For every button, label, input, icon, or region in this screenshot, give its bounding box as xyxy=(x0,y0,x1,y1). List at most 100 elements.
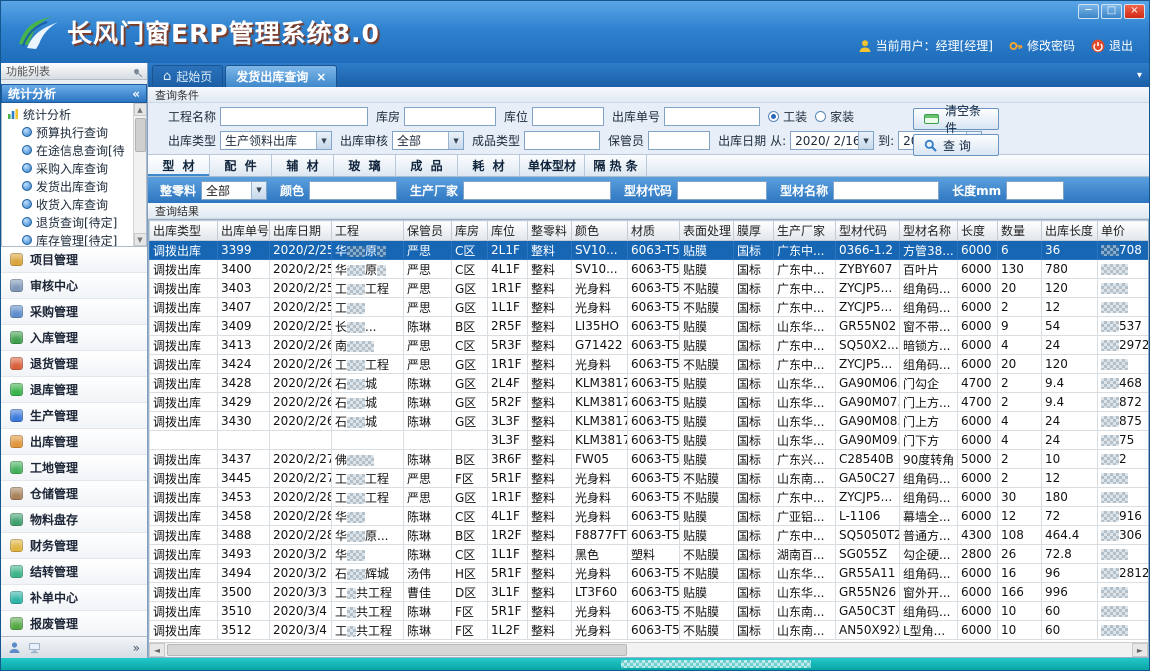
column-header[interactable]: 库房 xyxy=(452,221,488,241)
table-row[interactable]: 调拨出库34532020/2/28工工程严思G区1R1F整料光身料6063-T5… xyxy=(150,488,1149,507)
more-buttons-icon[interactable]: » xyxy=(133,641,140,655)
radio-jiazhuang[interactable]: 家装 xyxy=(815,108,854,125)
column-header[interactable]: 材质 xyxy=(628,221,680,241)
table-row[interactable]: 调拨出库34242020/2/26工工程严思G区1R1F整料光身料6063-T5… xyxy=(150,355,1149,374)
column-header[interactable]: 工程 xyxy=(332,221,404,241)
table-row[interactable]: 调拨出库34282020/2/26石城陈琳G区2L4F整料KLM38176063… xyxy=(150,374,1149,393)
order-no-input[interactable] xyxy=(664,107,760,126)
logout-button[interactable]: 退出 xyxy=(1091,37,1133,54)
table-row[interactable]: 调拨出库34452020/2/27工工程严思F区5R1F整料光身料6063-T5… xyxy=(150,469,1149,488)
sidebar-item-warehouse[interactable]: 仓储管理 xyxy=(1,481,147,507)
sidebar-section-statistics[interactable]: 统计分析 « xyxy=(1,84,147,103)
table-row[interactable]: 调拨出库34072020/2/25工严思G区1L1F整料光身料6063-T5不贴… xyxy=(150,298,1149,317)
clear-conditions-button[interactable]: 清空条件 xyxy=(913,108,999,130)
column-header[interactable]: 膜厚 xyxy=(734,221,774,241)
material-tab[interactable]: 玻 璃 xyxy=(334,155,396,176)
column-header[interactable]: 库位 xyxy=(488,221,528,241)
column-header[interactable]: 生产厂家 xyxy=(774,221,836,241)
change-password-link[interactable]: 修改密码 xyxy=(1009,37,1075,54)
tree-item[interactable]: 预算执行查询 xyxy=(7,123,132,141)
sidebar-item-return-goods[interactable]: 退货管理 xyxy=(1,351,147,377)
keeper-input[interactable] xyxy=(648,131,710,150)
location-input[interactable] xyxy=(532,107,604,126)
user-small-icon[interactable] xyxy=(8,641,21,654)
scroll-thumb[interactable] xyxy=(135,118,146,152)
table-row[interactable]: 调拨出库35122020/3/4工共工程陈琳F区1L2F整料光身料6063-T5… xyxy=(150,621,1149,640)
outbound-type-select[interactable]: 生产领料出库▼ xyxy=(220,131,332,150)
tree-item[interactable]: 收货入库查询 xyxy=(7,195,132,213)
project-name-input[interactable] xyxy=(220,107,368,126)
scroll-right-icon[interactable]: ► xyxy=(1132,643,1148,657)
tree-item[interactable]: 采购入库查询 xyxy=(7,159,132,177)
material-tab[interactable]: 隔 热 条 xyxy=(585,155,647,176)
column-header[interactable]: 保管员 xyxy=(404,221,452,241)
sidebar-item-inventory[interactable]: 物料盘存 xyxy=(1,507,147,533)
table-row[interactable]: 调拨出库34292020/2/26石城陈琳G区5R2F整料KLM38176063… xyxy=(150,393,1149,412)
horizontal-scrollbar[interactable]: ◄ ► xyxy=(149,642,1148,657)
tree-root[interactable]: 统计分析 xyxy=(7,105,132,123)
scroll-left-icon[interactable]: ◄ xyxy=(149,643,165,657)
table-row[interactable]: 调拨出库35102020/3/4工共工程陈琳F区5R1F整料光身料6063-T5… xyxy=(150,602,1149,621)
monitor-icon[interactable] xyxy=(28,641,41,654)
sidebar-item-inbound[interactable]: 入库管理 xyxy=(1,325,147,351)
chevron-down-icon[interactable]: ▼ xyxy=(251,182,266,199)
sidebar-item-replenish[interactable]: 补单中心 xyxy=(1,585,147,611)
tab-close-icon[interactable]: × xyxy=(316,70,326,84)
sidebar-item-return-stock[interactable]: 退库管理 xyxy=(1,377,147,403)
sidebar-item-outbound[interactable]: 出库管理 xyxy=(1,429,147,455)
column-header[interactable]: 型材名称 xyxy=(900,221,958,241)
collapse-icon[interactable]: « xyxy=(132,87,140,101)
search-button[interactable]: 查 询 xyxy=(913,134,999,156)
tree-item[interactable]: 发货出库查询 xyxy=(7,177,132,195)
table-row[interactable]: 调拨出库34582020/2/28华陈琳C区4L1F整料光身料6063-T5贴膜… xyxy=(150,507,1149,526)
tab-start-page[interactable]: ⌂ 起始页 xyxy=(152,65,223,87)
warehouse-input[interactable] xyxy=(404,107,496,126)
column-header[interactable]: 数量 xyxy=(998,221,1042,241)
sidebar-item-project[interactable]: 项目管理 xyxy=(1,247,147,273)
table-row[interactable]: 3L3F整料KLM38176063-T5贴膜国标山东华...GA90M09...… xyxy=(150,431,1149,450)
audit-select[interactable]: 全部▼ xyxy=(392,131,464,150)
material-tab[interactable]: 耗 材 xyxy=(458,155,520,176)
sidebar-item-carryover[interactable]: 结转管理 xyxy=(1,559,147,585)
column-header[interactable]: 出库单号 xyxy=(218,221,270,241)
sidebar-item-purchase[interactable]: 采购管理 xyxy=(1,299,147,325)
scroll-down-icon[interactable]: ▼ xyxy=(134,233,147,246)
length-input[interactable] xyxy=(1006,181,1064,200)
sidebar-item-finance[interactable]: 财务管理 xyxy=(1,533,147,559)
chevron-down-icon[interactable]: ▼ xyxy=(448,132,463,149)
column-header[interactable]: 整零料 xyxy=(528,221,572,241)
table-row[interactable]: 调拨出库34132020/2/26南严思C区5R3F整料G714226063-T… xyxy=(150,336,1149,355)
radio-gongzhuang[interactable]: 工装 xyxy=(768,108,807,125)
table-row[interactable]: 调拨出库34032020/2/25工工程严思G区1R1F整料光身料6063-T5… xyxy=(150,279,1149,298)
date-from-select[interactable]: 2020/ 2/16▼ xyxy=(790,131,874,150)
whole-scrap-select[interactable]: 全部▼ xyxy=(201,181,267,200)
column-header[interactable]: 出库长度 xyxy=(1042,221,1098,241)
material-tab[interactable]: 成 品 xyxy=(396,155,458,176)
column-header[interactable]: 单价 xyxy=(1098,221,1149,241)
material-tab[interactable]: 单体型材 xyxy=(520,155,585,176)
sidebar-item-scrap[interactable]: 报废管理 xyxy=(1,611,147,636)
scroll-up-icon[interactable]: ▲ xyxy=(134,103,147,116)
material-tab[interactable]: 型 材 xyxy=(148,155,210,176)
tree-item[interactable]: 库存管理[待定] xyxy=(7,231,132,247)
table-row[interactable]: 调拨出库34002020/2/25华原严思C区4L1F整料SV10...6063… xyxy=(150,260,1149,279)
sidebar-item-site[interactable]: 工地管理 xyxy=(1,455,147,481)
close-button[interactable]: × xyxy=(1124,4,1145,19)
table-row[interactable]: 调拨出库35002020/3/3工共工程曹佳D区3L1F整料LT3F606063… xyxy=(150,583,1149,602)
pin-icon[interactable] xyxy=(133,67,140,74)
material-tab[interactable]: 辅 材 xyxy=(272,155,334,176)
table-row[interactable]: 调拨出库34372020/2/27佛陈琳B区3R6F整料FW056063-T5贴… xyxy=(150,450,1149,469)
tree-item[interactable]: 在途信息查询[待 xyxy=(7,141,132,159)
table-row[interactable]: 调拨出库34882020/2/28华原...陈琳B区1R2F整料F8877FT6… xyxy=(150,526,1149,545)
column-header[interactable]: 出库日期 xyxy=(270,221,332,241)
column-header[interactable]: 型材代码 xyxy=(836,221,900,241)
manufacturer-input[interactable] xyxy=(463,181,611,200)
table-row[interactable]: 调拨出库34942020/3/2石辉城汤伟H区5R1F整料光身料6063-T5不… xyxy=(150,564,1149,583)
chevron-down-icon[interactable]: ▼ xyxy=(858,132,873,149)
minimize-button[interactable]: ─ xyxy=(1078,4,1099,19)
column-header[interactable]: 长度 xyxy=(958,221,998,241)
chevron-down-icon[interactable]: ▼ xyxy=(316,132,331,149)
product-type-input[interactable] xyxy=(524,131,600,150)
column-header[interactable]: 出库类型 xyxy=(150,221,218,241)
maximize-button[interactable]: □ xyxy=(1101,4,1122,19)
